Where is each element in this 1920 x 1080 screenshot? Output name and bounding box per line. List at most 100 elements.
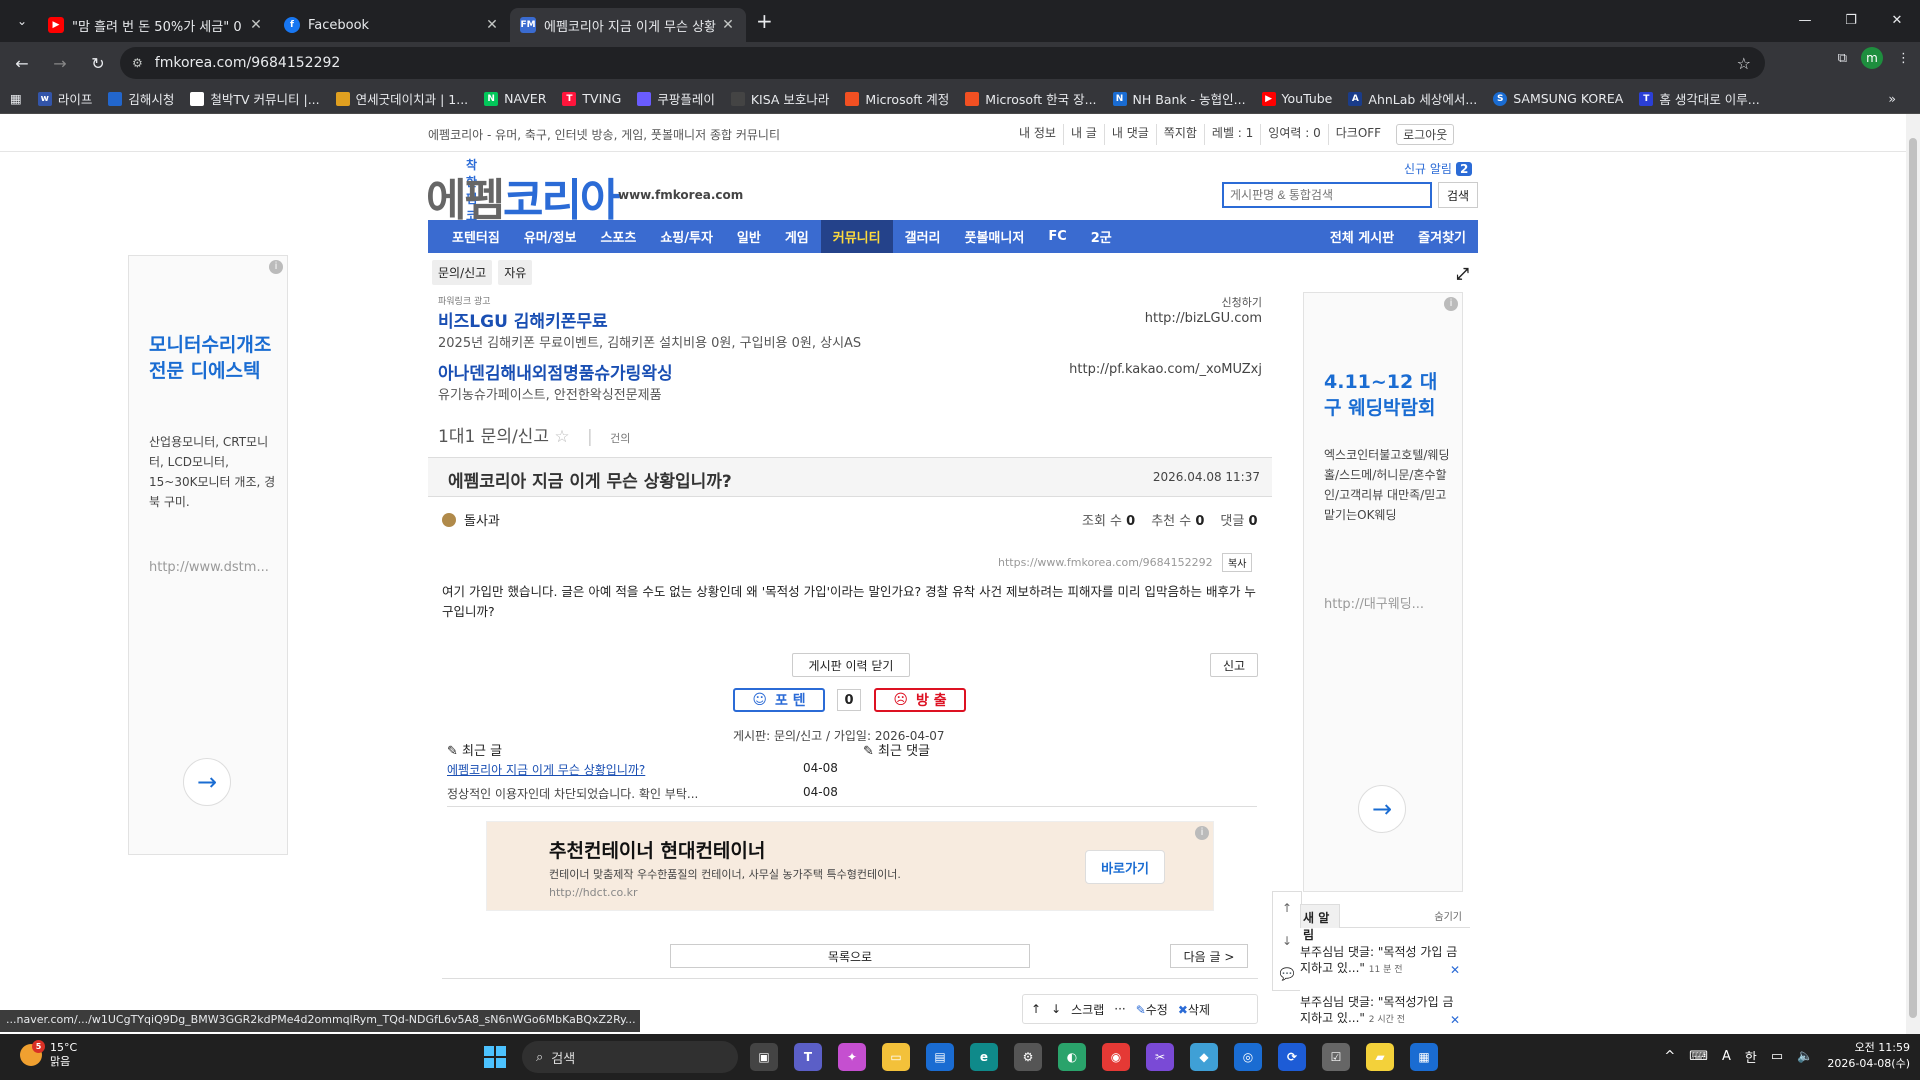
bookmark-item[interactable]: T TVING: [562, 91, 621, 106]
recent-post-link[interactable]: 정상적인 이용자인데 차단되었습니다. 확인 부탁...: [447, 785, 698, 802]
subnav-item[interactable]: 문의/신고: [432, 260, 493, 285]
upvote-button[interactable]: ☺ 포 텐: [733, 688, 825, 712]
notification-item[interactable]: 부주심님 댓글: "목적성 가입 금지하고 있..." 11 분 전 ✕: [1300, 944, 1460, 978]
close-icon[interactable]: ✕: [1450, 962, 1460, 978]
bookmark-item[interactable]: S SAMSUNG KOREA: [1493, 91, 1623, 106]
back-icon[interactable]: ←: [6, 47, 38, 79]
teams-icon[interactable]: T: [794, 1043, 822, 1071]
notification-item[interactable]: 부주심님 댓글: "목적성가입 금지하고 있..." 2 시간 전 ✕: [1300, 994, 1460, 1028]
search-button[interactable]: 검색: [1438, 182, 1478, 208]
chrome-icon[interactable]: ◉: [1102, 1043, 1130, 1071]
dark-mode-toggle[interactable]: 다크OFF: [1329, 124, 1388, 145]
snipping-icon[interactable]: ✂: [1146, 1043, 1174, 1071]
chevron-up-icon[interactable]: ^: [1664, 1049, 1675, 1064]
comment-icon[interactable]: 💬: [1280, 967, 1295, 981]
settings-icon[interactable]: ⚙: [1014, 1043, 1042, 1071]
app-icon[interactable]: ⟳: [1278, 1043, 1306, 1071]
notification-tab[interactable]: 새 알림: [1300, 904, 1340, 942]
all-boards-link[interactable]: 전체 게시판: [1318, 220, 1406, 253]
address-bar[interactable]: ⚙ fmkorea.com/9684152292 ☆: [120, 47, 1765, 79]
close-icon[interactable]: ✕: [484, 17, 500, 33]
site-info-icon[interactable]: ⚙: [132, 56, 143, 70]
edit-button[interactable]: ✎수정: [1136, 1001, 1168, 1018]
task-view-icon[interactable]: ▣: [750, 1043, 778, 1071]
banner-cta-button[interactable]: 바로가기: [1085, 850, 1165, 884]
new-tab-button[interactable]: +: [756, 9, 773, 33]
close-icon[interactable]: ✕: [1450, 1012, 1460, 1028]
copy-button[interactable]: 복사: [1222, 553, 1253, 572]
scroll-top-icon[interactable]: ↑: [1282, 901, 1292, 915]
copilot-icon[interactable]: ✦: [838, 1043, 866, 1071]
suggest-link[interactable]: 건의: [610, 432, 630, 445]
info-icon[interactable]: i: [1444, 297, 1458, 311]
tab-youtube[interactable]: ▶ "맘 흘려 번 돈 50%가 세금" 0 ✕: [38, 8, 274, 42]
scrap-button[interactable]: 스크랩: [1071, 1001, 1104, 1018]
sticky-notes-icon[interactable]: ▰: [1366, 1043, 1394, 1071]
report-button[interactable]: 신고: [1210, 653, 1258, 677]
my-comments-link[interactable]: 내 댓글: [1105, 124, 1157, 145]
file-explorer-icon[interactable]: ▭: [882, 1043, 910, 1071]
star-icon[interactable]: ☆: [554, 427, 569, 447]
more-bookmarks-icon[interactable]: »: [1888, 91, 1896, 106]
close-icon[interactable]: ✕: [248, 17, 264, 33]
permalink[interactable]: https://www.fmkorea.com/9684152292: [998, 556, 1213, 569]
powerlink-url[interactable]: http://pf.kakao.com/_xoMUZxj: [1069, 362, 1262, 377]
apply-link[interactable]: 신청하기: [1222, 294, 1262, 310]
clock[interactable]: 오전 11:59 2026-04-08(수): [1827, 1040, 1910, 1072]
expand-icon[interactable]: ⤢: [1456, 264, 1469, 284]
minimize-icon[interactable]: —: [1782, 0, 1828, 40]
arrow-down-icon[interactable]: ↓: [1051, 1002, 1061, 1016]
app-icon[interactable]: ◆: [1190, 1043, 1218, 1071]
nav-item[interactable]: 유머/정보: [512, 220, 589, 253]
logout-button[interactable]: 로그아웃: [1396, 124, 1455, 145]
downvote-button[interactable]: ☹ 방 출: [874, 688, 966, 712]
profile-avatar[interactable]: m: [1861, 47, 1883, 69]
more-button[interactable]: ···: [1114, 1002, 1125, 1016]
close-icon[interactable]: ✕: [720, 17, 736, 33]
nav-item[interactable]: FC: [1036, 220, 1078, 253]
nav-item-active[interactable]: 커뮤니티: [820, 220, 893, 253]
search-input[interactable]: [1222, 182, 1432, 208]
back-to-list-button[interactable]: 목록으로: [670, 944, 1030, 968]
menu-icon[interactable]: ⋮: [1897, 51, 1910, 66]
restore-icon[interactable]: ❐: [1828, 0, 1874, 40]
my-posts-link[interactable]: 내 글: [1064, 124, 1105, 145]
bookmark-item[interactable]: ▶ YouTube: [1261, 91, 1332, 106]
scroll-bottom-icon[interactable]: ↓: [1282, 934, 1292, 948]
subnav-item[interactable]: 자유: [498, 260, 533, 285]
bookmark-item[interactable]: Microsoft 계정: [845, 89, 949, 108]
bookmark-star-icon[interactable]: ☆: [1737, 54, 1751, 73]
bookmark-item[interactable]: 철박TV 커뮤니티 |...: [190, 89, 320, 108]
bookmark-item[interactable]: A AhnLab 세상에서...: [1348, 89, 1477, 108]
nav-item[interactable]: 포텐터짐: [440, 220, 512, 253]
info-icon[interactable]: i: [269, 260, 283, 274]
recent-post-link[interactable]: 에펨코리아 지금 이게 무슨 상황입니까?: [447, 761, 645, 778]
hide-button[interactable]: 숨기기: [1434, 908, 1462, 923]
edge-icon[interactable]: e: [970, 1043, 998, 1071]
next-post-button[interactable]: 다음 글 >: [1170, 944, 1248, 968]
bookmark-item[interactable]: KISA 보호나라: [730, 89, 829, 108]
nav-item[interactable]: 스포츠: [588, 220, 648, 253]
start-icon[interactable]: [484, 1046, 506, 1068]
app-icon[interactable]: ◐: [1058, 1043, 1086, 1071]
left-ad[interactable]: i 모니터수리개조 전문 디에스텍 산업용모니터, CRT모니터, LCD모니터…: [128, 255, 288, 855]
favorites-link[interactable]: 즐겨찾기: [1406, 220, 1478, 253]
app-icon[interactable]: ☑: [1322, 1043, 1350, 1071]
keyboard-icon[interactable]: ⌨: [1689, 1049, 1708, 1064]
nav-item[interactable]: 갤러리: [893, 220, 953, 253]
bookmark-item[interactable]: w 라이프: [37, 89, 92, 108]
nav-item[interactable]: 일반: [725, 220, 773, 253]
banner-ad[interactable]: i 추천컨테이너 현대컨테이너 컨테이너 맞춤제작 우수한품질의 컨테이너, 사…: [486, 821, 1214, 911]
bookmark-item[interactable]: 쿠팡플레이: [637, 89, 715, 108]
scrollbar[interactable]: [1906, 114, 1920, 1034]
bookmark-item[interactable]: N NH Bank - 농협인...: [1112, 89, 1246, 108]
article-author[interactable]: 돌사과: [442, 510, 500, 529]
volume-icon[interactable]: 🔈: [1797, 1049, 1813, 1064]
lang-indicator[interactable]: A: [1722, 1049, 1731, 1064]
weather-widget[interactable]: 5 15°C 맑음: [20, 1040, 77, 1069]
network-icon[interactable]: ▭: [1771, 1049, 1783, 1064]
bookmark-item[interactable]: 김해시청: [108, 89, 174, 108]
tab-fmkorea[interactable]: FM 에펨코리아 지금 이게 무슨 상황 ✕: [510, 8, 746, 42]
scroll-thumb[interactable]: [1909, 138, 1917, 1018]
calendar-icon[interactable]: ▦: [1410, 1043, 1438, 1071]
